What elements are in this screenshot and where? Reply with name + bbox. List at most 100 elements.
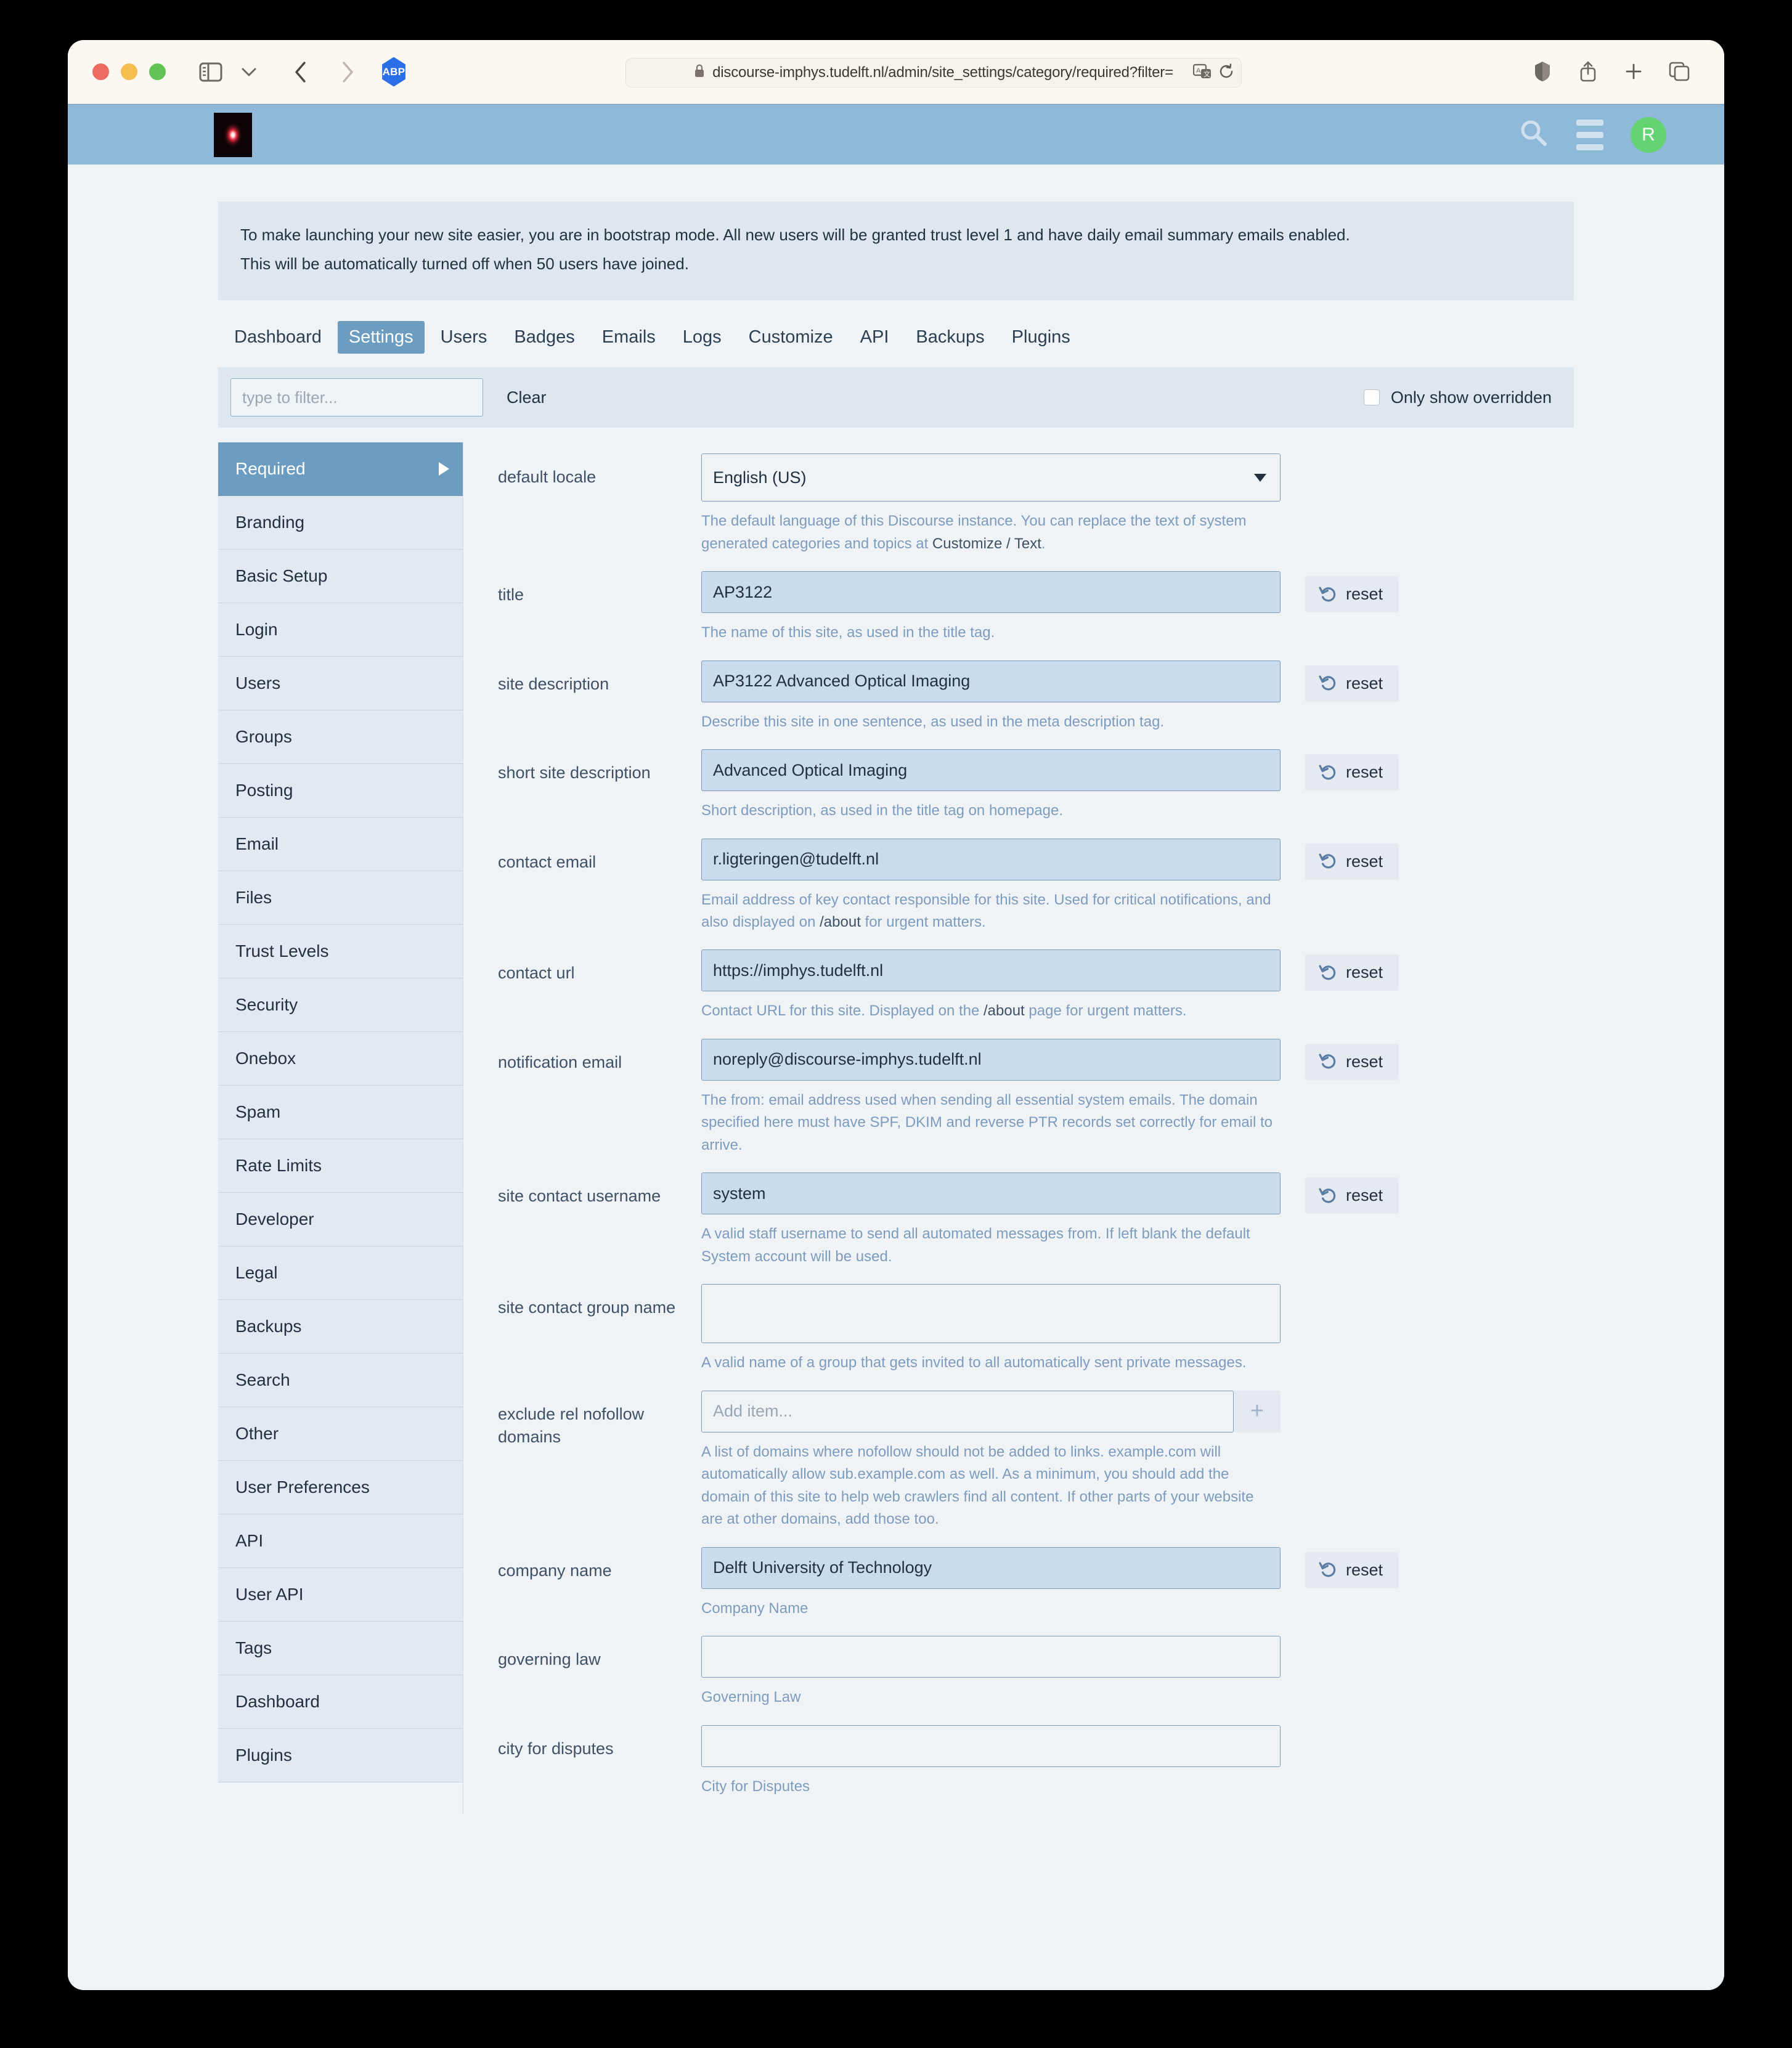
- sidebar-item-groups[interactable]: Groups: [218, 710, 463, 765]
- sidebar-item-required[interactable]: Required: [218, 442, 463, 497]
- sidebar-item-user-preferences[interactable]: User Preferences: [218, 1461, 463, 1515]
- new-tab-icon[interactable]: [1615, 52, 1653, 91]
- share-icon[interactable]: [1569, 52, 1607, 91]
- back-icon[interactable]: [282, 53, 320, 91]
- maximize-window-button[interactable]: [149, 63, 166, 80]
- sidebar-item-label: API: [235, 1531, 264, 1551]
- sidebar-item-files[interactable]: Files: [218, 871, 463, 925]
- setting-reset-column: [1281, 1391, 1410, 1396]
- sidebar-item-legal[interactable]: Legal: [218, 1246, 463, 1301]
- input-governing-law[interactable]: [701, 1636, 1281, 1678]
- sidebar-item-developer[interactable]: Developer: [218, 1193, 463, 1247]
- input-city-for-disputes[interactable]: [701, 1725, 1281, 1767]
- forward-icon[interactable]: [328, 53, 367, 91]
- only-show-overridden-control[interactable]: Only show overridden: [1363, 388, 1552, 407]
- address-bar[interactable]: discourse-imphys.tudelft.nl/admin/site_s…: [625, 58, 1242, 87]
- sidebar-item-basic-setup[interactable]: Basic Setup: [218, 550, 463, 604]
- input-company-name[interactable]: Delft University of Technology: [701, 1546, 1281, 1589]
- reset-button[interactable]: reset: [1305, 1177, 1399, 1214]
- reset-button[interactable]: reset: [1305, 1551, 1399, 1588]
- input-site-contact-username[interactable]: system: [701, 1172, 1281, 1215]
- tab-settings[interactable]: Settings: [337, 321, 425, 354]
- setting-row: title AP3122 The name of this site, as use…: [498, 571, 1574, 644]
- setting-description-text-post: .: [1041, 535, 1046, 552]
- reset-button-label: reset: [1346, 763, 1383, 782]
- input-notification-email[interactable]: noreply@discourse-imphys.tudelft.nl: [701, 1038, 1281, 1081]
- setting-label: site contact group name: [498, 1298, 676, 1317]
- tab-badges[interactable]: Badges: [503, 321, 585, 354]
- reset-button[interactable]: reset: [1305, 1043, 1399, 1080]
- input-contact-url[interactable]: https://imphys.tudelft.nl: [701, 949, 1281, 992]
- clear-filter-button[interactable]: Clear: [507, 388, 547, 407]
- setting-description: The name of this site, as used in the ti…: [701, 622, 1274, 644]
- input-site-description[interactable]: AP3122 Advanced Optical Imaging: [701, 660, 1281, 702]
- sidebar-item-dashboard[interactable]: Dashboard: [218, 1675, 463, 1729]
- input-title[interactable]: AP3122: [701, 571, 1281, 614]
- setting-description: Governing Law: [701, 1686, 1274, 1709]
- tab-backups[interactable]: Backups: [905, 321, 995, 354]
- sidebar-item-backups[interactable]: Backups: [218, 1300, 463, 1354]
- sidebar-icon[interactable]: [192, 53, 230, 91]
- setting-description-link[interactable]: /about: [984, 1002, 1025, 1019]
- sidebar-item-tags[interactable]: Tags: [218, 1622, 463, 1676]
- sidebar-item-email[interactable]: Email: [218, 818, 463, 872]
- setting-description-link[interactable]: Customize / Text: [932, 535, 1041, 552]
- translate-icon[interactable]: A文: [1192, 63, 1212, 83]
- adblock-plus-icon[interactable]: ABP: [382, 57, 405, 87]
- chevron-down-icon[interactable]: [230, 53, 268, 91]
- list-input-field[interactable]: Add item...: [701, 1390, 1234, 1432]
- plus-icon[interactable]: +: [1234, 1390, 1281, 1432]
- tab-api[interactable]: API: [849, 321, 900, 354]
- reset-button-label: reset: [1346, 585, 1383, 604]
- sidebar-item-trust-levels[interactable]: Trust Levels: [218, 925, 463, 979]
- sidebar-item-plugins[interactable]: Plugins: [218, 1729, 463, 1783]
- avatar[interactable]: R: [1631, 116, 1666, 153]
- sidebar-item-rate-limits[interactable]: Rate Limits: [218, 1139, 463, 1193]
- tab-dashboard[interactable]: Dashboard: [223, 321, 333, 354]
- site-logo[interactable]: [214, 112, 252, 157]
- settings-filter-input[interactable]: [230, 378, 483, 417]
- tab-plugins[interactable]: Plugins: [1001, 321, 1081, 354]
- sidebar-item-label: Tags: [235, 1638, 272, 1658]
- sidebar-item-users[interactable]: Users: [218, 657, 463, 711]
- tab-overview-icon[interactable]: [1660, 52, 1698, 91]
- sidebar-item-branding[interactable]: Branding: [218, 496, 463, 550]
- sidebar-item-search[interactable]: Search: [218, 1354, 463, 1408]
- setting-row: governing law Governing Law: [498, 1636, 1574, 1709]
- tab-customize[interactable]: Customize: [738, 321, 844, 354]
- sidebar-item-other[interactable]: Other: [218, 1407, 463, 1461]
- reload-icon[interactable]: [1218, 63, 1235, 83]
- reset-button[interactable]: reset: [1305, 954, 1399, 991]
- sidebar-item-label: Groups: [235, 727, 292, 747]
- sidebar-item-spam[interactable]: Spam: [218, 1086, 463, 1140]
- select-default-locale[interactable]: English (US): [701, 453, 1281, 502]
- sidebar-item-security[interactable]: Security: [218, 978, 463, 1033]
- reset-button[interactable]: reset: [1305, 665, 1399, 702]
- sidebar-item-user-api[interactable]: User API: [218, 1568, 463, 1622]
- sidebar-item-api[interactable]: API: [218, 1514, 463, 1569]
- sidebar-item-label: Login: [235, 620, 278, 640]
- setting-label: contact url: [498, 964, 575, 983]
- reset-button[interactable]: reset: [1305, 843, 1399, 880]
- reset-button[interactable]: reset: [1305, 576, 1399, 613]
- reset-button[interactable]: reset: [1305, 754, 1399, 791]
- input-contact-email[interactable]: r.ligteringen@tudelft.nl: [701, 838, 1281, 880]
- only-show-overridden-checkbox[interactable]: [1363, 389, 1380, 406]
- sidebar-item-label: Branding: [235, 513, 305, 532]
- close-window-button[interactable]: [92, 63, 109, 80]
- sidebar-item-onebox[interactable]: Onebox: [218, 1032, 463, 1086]
- tab-logs[interactable]: Logs: [672, 321, 733, 354]
- sidebar-item-login[interactable]: Login: [218, 603, 463, 657]
- tab-users[interactable]: Users: [430, 321, 499, 354]
- minimize-window-button[interactable]: [121, 63, 137, 80]
- search-icon[interactable]: [1518, 118, 1549, 152]
- reader-icon[interactable]: [1523, 52, 1562, 91]
- input-site-contact-group-name[interactable]: [701, 1284, 1281, 1344]
- input-short-site-description[interactable]: Advanced Optical Imaging: [701, 749, 1281, 792]
- hamburger-icon[interactable]: [1576, 119, 1603, 150]
- svg-text:文: 文: [1203, 70, 1210, 78]
- tab-emails[interactable]: Emails: [591, 321, 667, 354]
- setting-description-link[interactable]: /about: [820, 914, 861, 930]
- setting-description-text: A valid name of a group that gets invite…: [701, 1354, 1247, 1371]
- sidebar-item-posting[interactable]: Posting: [218, 764, 463, 818]
